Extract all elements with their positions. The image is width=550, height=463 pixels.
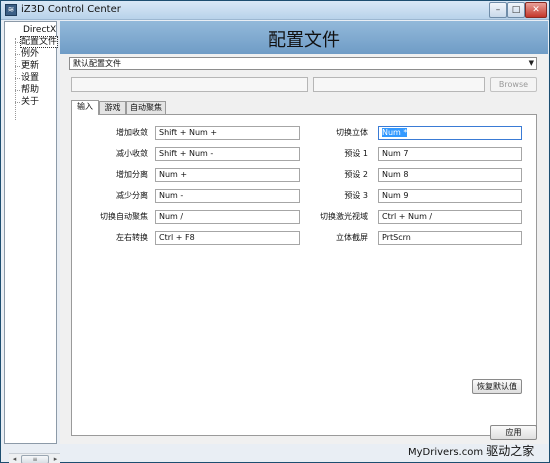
hotkey-field[interactable]: Num 9 <box>378 189 522 203</box>
app-window: ≋ iZ3D Control Center – □ ✕ DirectX 配置文件例… <box>0 0 550 463</box>
hotkey-value: Num 8 <box>382 170 409 179</box>
chevron-down-icon[interactable]: ▼ <box>529 58 534 69</box>
watermark-cn: 驱动之家 <box>486 444 535 458</box>
main-content: 默认配置文件 ▼ Browse 输入 游戏 自动聚焦 增加收敛 Shift + N… <box>60 54 548 444</box>
hotkey-value: Num * <box>382 128 408 137</box>
title-bar[interactable]: ≋ iZ3D Control Center – □ ✕ <box>1 1 549 20</box>
sidebar-tree: DirectX 配置文件 例外更新设置帮助关于 ◂ ≡ ▸ <box>4 21 60 463</box>
binding-label: 预设 2 <box>344 170 368 179</box>
executable-path-field[interactable] <box>71 77 308 92</box>
hotkey-field[interactable]: Num + <box>155 168 300 182</box>
hotkey-field[interactable]: Num - <box>155 189 300 203</box>
sidebar-horizontal-scrollbar[interactable]: ◂ ≡ ▸ <box>9 453 60 463</box>
page-header: 配置文件 <box>60 21 548 54</box>
hotkey-value: Ctrl + F8 <box>159 233 195 242</box>
profile-dropdown-value: 默认配置文件 <box>73 59 121 68</box>
binding-label: 减小收敛 <box>116 149 148 158</box>
hotkey-field[interactable]: Shift + Num + <box>155 126 300 140</box>
hotkey-value: Num 7 <box>382 149 409 158</box>
binding-label: 切换立体 <box>336 128 368 137</box>
binding-label: 立体截屏 <box>336 233 368 242</box>
hotkey-value: Shift + Num - <box>159 149 214 158</box>
sidebar-item-label: 更新 <box>21 61 40 71</box>
tab-game[interactable]: 游戏 <box>99 101 126 114</box>
iz3d-app-icon: ≋ <box>5 4 17 16</box>
sidebar-item-label: DirectX <box>23 25 57 35</box>
binding-label: 预设 1 <box>344 149 368 158</box>
apply-button[interactable]: 应用 <box>490 425 537 440</box>
binding-label: 增加收敛 <box>116 128 148 137</box>
close-button[interactable]: ✕ <box>525 2 547 18</box>
hotkey-field[interactable]: Ctrl + F8 <box>155 231 300 245</box>
sidebar-item-label: 帮助 <box>21 85 40 95</box>
sidebar-item[interactable]: 帮助 <box>13 84 39 96</box>
scroll-thumb[interactable]: ≡ <box>21 455 49 463</box>
scroll-right-arrow-icon[interactable]: ▸ <box>51 455 60 463</box>
binding-label: 左右转换 <box>116 233 148 242</box>
sidebar-item[interactable]: 设置 <box>13 72 39 84</box>
sidebar-item[interactable]: 例外 <box>13 48 39 60</box>
hotkey-field[interactable]: Num * <box>378 126 522 140</box>
watermark-site: MyDrivers.com <box>408 447 484 458</box>
tab-input[interactable]: 输入 <box>71 100 99 115</box>
sidebar-item-label: 关于 <box>21 97 40 107</box>
sidebar-item[interactable]: 关于 <box>13 96 39 108</box>
hotkey-field[interactable]: Num 8 <box>378 168 522 182</box>
hotkey-value: PrtScrn <box>382 233 411 242</box>
hotkey-value: Num - <box>159 191 184 200</box>
minimize-button[interactable]: – <box>489 2 507 18</box>
sidebar-item-label: 设置 <box>21 73 40 83</box>
binding-label: 预设 3 <box>344 191 368 200</box>
maximize-button[interactable]: □ <box>507 2 525 18</box>
profile-name-field[interactable] <box>313 77 485 92</box>
hotkey-field[interactable]: Shift + Num - <box>155 147 300 161</box>
hotkey-field[interactable]: Num / <box>155 210 300 224</box>
profile-dropdown[interactable]: 默认配置文件 ▼ <box>69 57 537 70</box>
sidebar-item[interactable]: 更新 <box>13 60 39 72</box>
sidebar-item[interactable]: 配置文件 <box>13 36 59 48</box>
watermark: MyDrivers.com 驱动之家 <box>408 442 548 461</box>
hotkey-value: Num 9 <box>382 191 409 200</box>
sidebar-item-label: 配置文件 <box>19 36 59 48</box>
binding-label: 增加分离 <box>116 170 148 179</box>
hotkey-value: Shift + Num + <box>159 128 218 137</box>
restore-defaults-button[interactable]: 恢复默认值 <box>472 379 522 394</box>
hotkey-value: Num + <box>159 170 188 179</box>
hotkey-field[interactable]: PrtScrn <box>378 231 522 245</box>
scroll-left-arrow-icon[interactable]: ◂ <box>10 455 19 463</box>
sidebar-item-label: 例外 <box>21 49 40 59</box>
hotkey-value: Num / <box>159 212 184 221</box>
hotkey-field[interactable]: Num 7 <box>378 147 522 161</box>
sidebar-item[interactable]: DirectX <box>11 24 56 36</box>
window-title: iZ3D Control Center <box>21 4 121 15</box>
page-title: 配置文件 <box>268 30 340 51</box>
input-tab-panel: 增加收敛 Shift + Num + 减小收敛 Shift + Num - 增加分离 Nu… <box>71 114 537 436</box>
binding-label: 切换自动聚焦 <box>100 212 148 221</box>
binding-label: 切换激光视域 <box>320 212 368 221</box>
hotkey-value: Ctrl + Num / <box>382 212 433 221</box>
binding-label: 减少分离 <box>116 191 148 200</box>
browse-button[interactable]: Browse <box>490 77 537 92</box>
hotkey-field[interactable]: Ctrl + Num / <box>378 210 522 224</box>
tab-autofocus[interactable]: 自动聚焦 <box>126 101 166 114</box>
